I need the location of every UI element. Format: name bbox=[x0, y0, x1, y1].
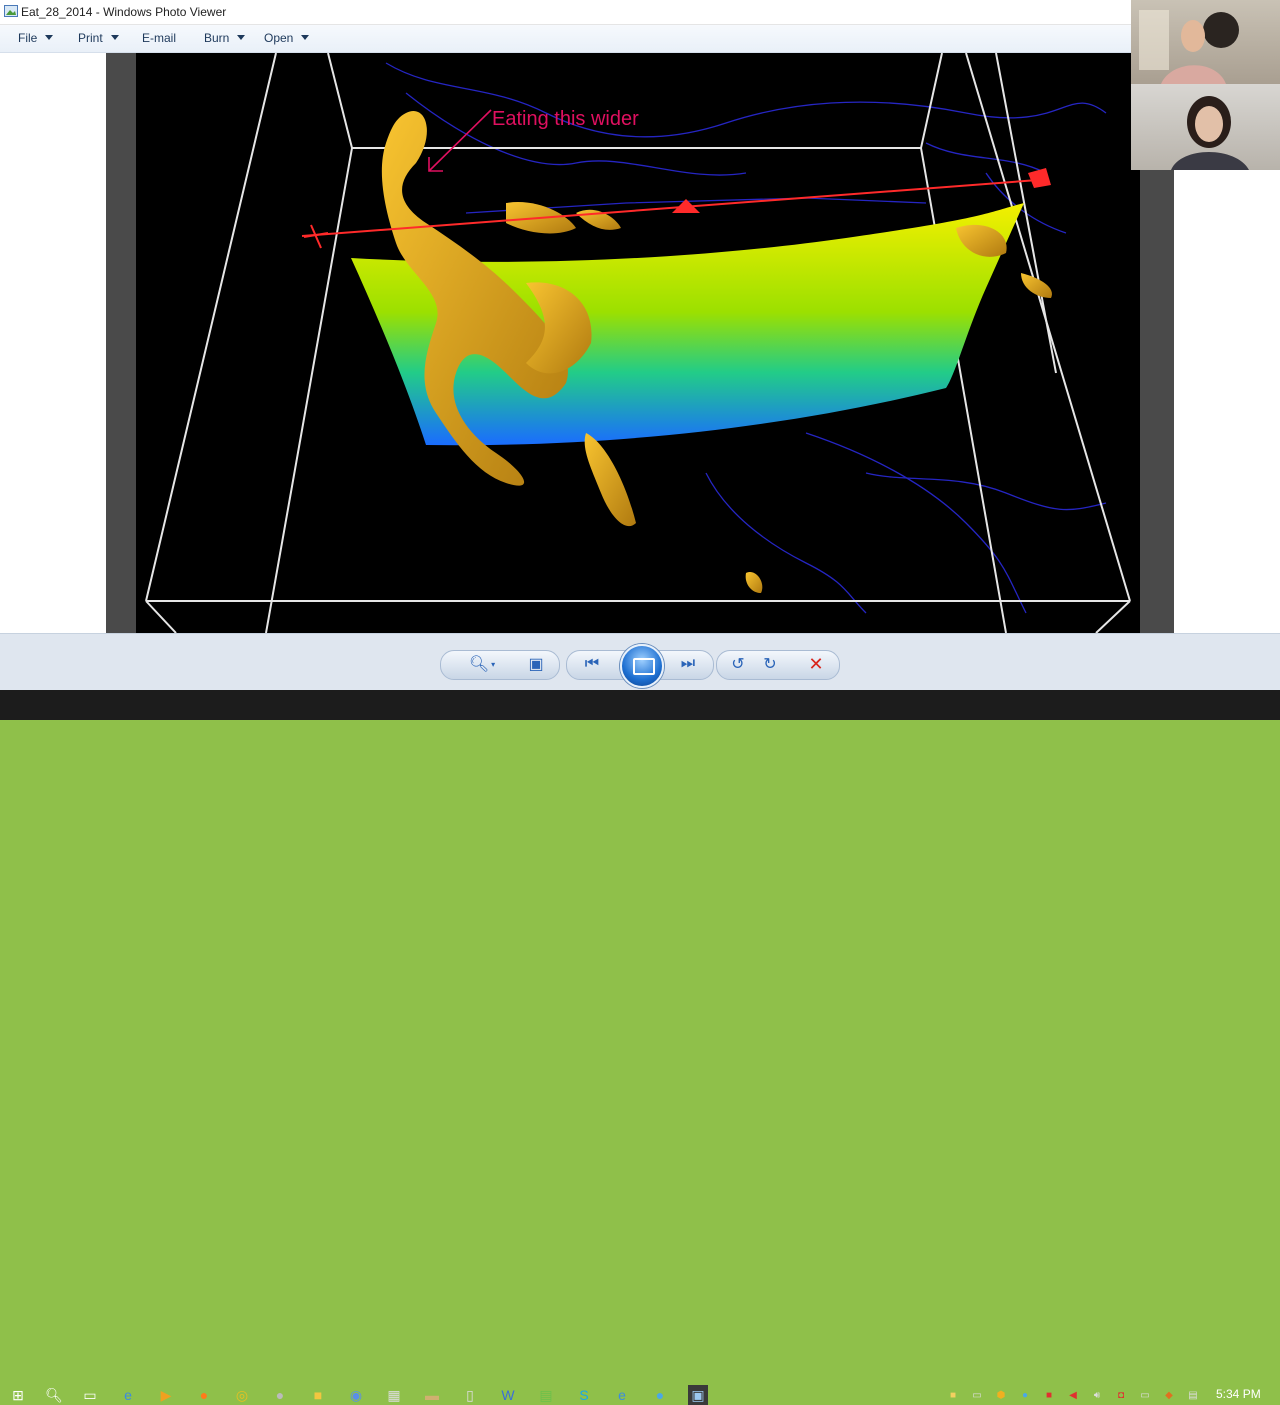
menu-burn-label: Burn bbox=[204, 31, 230, 45]
menu-file[interactable]: File bbox=[18, 31, 54, 45]
window-title: Eat_28_2014 - Windows Photo Viewer bbox=[21, 5, 227, 19]
title-bar: Eat_28_2014 - Windows Photo Viewer bbox=[0, 0, 1280, 25]
previous-icon[interactable]: ⏮︎ bbox=[580, 653, 604, 675]
actual-size-icon[interactable]: ▣ bbox=[524, 653, 548, 675]
shield-icon[interactable]: ◘ bbox=[1114, 1388, 1128, 1402]
menu-email-label: E-mail bbox=[142, 31, 177, 45]
document-icon[interactable]: ▯ bbox=[460, 1385, 480, 1405]
search-icon[interactable]: 🔍︎ bbox=[44, 1385, 64, 1405]
internet-explorer-icon[interactable]: e bbox=[612, 1385, 632, 1405]
photo-viewer-icon bbox=[4, 5, 18, 17]
chevron-down-icon bbox=[301, 35, 310, 40]
chevron-down-icon bbox=[45, 35, 54, 40]
rotate-clockwise-icon[interactable]: ↻ bbox=[758, 653, 782, 675]
chevron-down-icon bbox=[110, 35, 119, 40]
next-icon[interactable]: ⏭︎ bbox=[676, 653, 700, 675]
windows-taskbar: ⊞ 🔍︎ ▭ e ▶ ● ◎ ● ■ ◉ ▦ ▬ ▯ W ▤ S e ● ▣ ■… bbox=[0, 690, 1280, 1405]
file-explorer-icon[interactable]: ■ bbox=[308, 1385, 328, 1405]
menu-file-label: File bbox=[18, 31, 38, 45]
menu-burn[interactable]: Burn bbox=[204, 31, 246, 45]
delete-icon[interactable]: ✕ bbox=[804, 653, 828, 675]
scanner-icon[interactable]: ▬ bbox=[422, 1385, 442, 1405]
skype-icon[interactable]: S bbox=[574, 1385, 594, 1405]
slideshow-icon[interactable] bbox=[620, 644, 664, 688]
chrome-icon[interactable]: ◎ bbox=[232, 1385, 252, 1405]
volume-icon[interactable]: 🔊︎ bbox=[1090, 1388, 1104, 1402]
messaging-icon[interactable]: ● bbox=[650, 1385, 670, 1405]
network-globe-icon[interactable]: ◉ bbox=[346, 1385, 366, 1405]
security-tray-icon[interactable]: ◆ bbox=[1162, 1388, 1176, 1402]
notifications-icon[interactable]: ▤ bbox=[1186, 1388, 1200, 1402]
calculator-icon[interactable]: ▦ bbox=[384, 1385, 404, 1405]
start-windows-icon[interactable]: ⊞ bbox=[8, 1385, 28, 1405]
app-globe-icon[interactable]: ● bbox=[270, 1385, 290, 1405]
system-clock[interactable]: 5:34 PM bbox=[1216, 1387, 1261, 1401]
rotate-counterclockwise-icon[interactable]: ↺ bbox=[726, 653, 750, 675]
task-view-icon[interactable]: ▭ bbox=[80, 1385, 100, 1405]
word-icon[interactable]: W bbox=[498, 1385, 518, 1405]
red-app-tray-icon[interactable]: ■ bbox=[1042, 1388, 1056, 1402]
menu-bar: File Print E-mail Burn Open bbox=[0, 25, 1280, 53]
webcam-video-female-presenter bbox=[1131, 84, 1280, 170]
menu-print-label: Print bbox=[78, 31, 103, 45]
speaker-app-tray-icon[interactable]: ◀ bbox=[1066, 1388, 1080, 1402]
webcam-video-male-presenter bbox=[1131, 0, 1280, 84]
photo-viewer-window: Eat_28_2014 - Windows Photo Viewer File … bbox=[0, 0, 1280, 691]
photo-viewer-taskbar-icon[interactable]: ▣ bbox=[688, 1385, 708, 1405]
menu-open-label: Open bbox=[264, 31, 294, 45]
menu-print[interactable]: Print bbox=[78, 31, 119, 45]
media-player-icon[interactable]: ▶ bbox=[156, 1385, 176, 1405]
network-icon[interactable]: ▭ bbox=[1138, 1388, 1152, 1402]
slideshow-screen-glyph bbox=[633, 658, 655, 675]
menu-open[interactable]: Open bbox=[264, 31, 310, 45]
edge-browser-icon[interactable]: e bbox=[118, 1385, 138, 1405]
firefox-icon[interactable]: ● bbox=[194, 1385, 214, 1405]
weather-model-visualization bbox=[136, 53, 1140, 633]
image-annotation-text: Eating this wider bbox=[492, 108, 639, 130]
folder-tray-icon[interactable]: ■ bbox=[946, 1388, 960, 1402]
zoom-icon[interactable]: 🔍︎ ▾ bbox=[466, 653, 498, 675]
cube-tray-icon[interactable]: ⬢ bbox=[994, 1388, 1008, 1402]
monitor-tray-icon[interactable]: ▭ bbox=[970, 1388, 984, 1402]
spreadsheet-icon[interactable]: ▤ bbox=[536, 1385, 556, 1405]
displayed-image[interactable] bbox=[106, 53, 1174, 633]
menu-email[interactable]: E-mail bbox=[142, 31, 176, 45]
globe-tray-icon[interactable]: ● bbox=[1018, 1388, 1032, 1402]
viewport-margin bbox=[4, 53, 106, 633]
chevron-down-icon bbox=[237, 35, 246, 40]
